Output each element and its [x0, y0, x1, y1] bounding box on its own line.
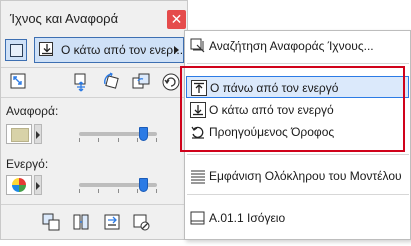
palette-titlebar[interactable]: Ίχνος και Αναφορά ✕ [1, 1, 187, 35]
close-button[interactable]: ✕ [167, 10, 186, 29]
move-to-reference-icon[interactable] [9, 72, 29, 92]
menu-item-floor-plan[interactable]: A.01.1 Ισόγειο [186, 207, 409, 229]
swap-icon[interactable] [102, 212, 122, 232]
reference-label: Αναφορά: [6, 104, 59, 118]
palette-title: Ίχνος και Αναφορά [10, 11, 119, 26]
floor-plan-icon [190, 210, 206, 226]
menu-item-label: Εμφάνιση Ολόκληρου του Μοντέλου [209, 169, 402, 183]
show-trace-toggle[interactable] [5, 39, 27, 61]
switch-reference-icon[interactable] [41, 212, 61, 232]
reference-select[interactable]: Ο κάτω από τον ενερ... [34, 37, 184, 63]
hide-trace-icon[interactable] [131, 212, 151, 232]
menu-divider [187, 63, 409, 64]
divider [1, 97, 187, 98]
find-reference-icon [190, 38, 206, 54]
trace-reference-palette: Ίχνος και Αναφορά ✕ Ο κάτω από τον ενερ.… [0, 0, 188, 240]
close-icon: ✕ [170, 11, 183, 27]
chevron-right-icon [174, 46, 179, 54]
trace-toolbar: Ο κάτω από τον ενερ... [1, 37, 187, 69]
reference-color-chip [11, 128, 29, 142]
menu-item-show-whole-model[interactable]: Εμφάνιση Ολόκληρου του Μοντέλου [186, 165, 409, 187]
menu-item-label: Αναζήτηση Αναφοράς Ίχνους... [209, 39, 374, 53]
menu-divider [187, 154, 409, 155]
show-whole-model-icon [190, 168, 206, 184]
active-color-dropdown[interactable] [34, 175, 42, 195]
active-label: Ενεργό: [6, 157, 49, 171]
active-color-swatch[interactable] [6, 175, 32, 195]
divider [1, 67, 187, 68]
trace-square-icon [10, 44, 23, 57]
reference-color-dropdown[interactable] [34, 124, 42, 144]
rotate-reference-icon[interactable] [102, 72, 122, 92]
arrow-down-to-line-icon [39, 42, 53, 56]
menu-divider [187, 194, 409, 195]
menu-item-label: A.01.1 Ισόγειο [209, 211, 286, 225]
compare-icon[interactable] [71, 212, 91, 232]
menu-item-find-reference[interactable]: Αναζήτηση Αναφοράς Ίχνους... [186, 35, 409, 57]
drag-reference-icon[interactable] [71, 72, 91, 92]
reference-intensity-slider[interactable] [139, 127, 148, 141]
color-wheel-icon [12, 178, 26, 192]
active-intensity-slider[interactable] [139, 178, 148, 192]
reset-reference-icon[interactable] [161, 72, 181, 92]
mirror-reference-icon[interactable] [131, 72, 151, 92]
reference-color-swatch[interactable] [6, 124, 32, 144]
divider [1, 204, 187, 205]
reference-select-label: Ο κάτω από τον ενερ... [61, 43, 184, 57]
annotation-highlight-box [180, 66, 405, 152]
